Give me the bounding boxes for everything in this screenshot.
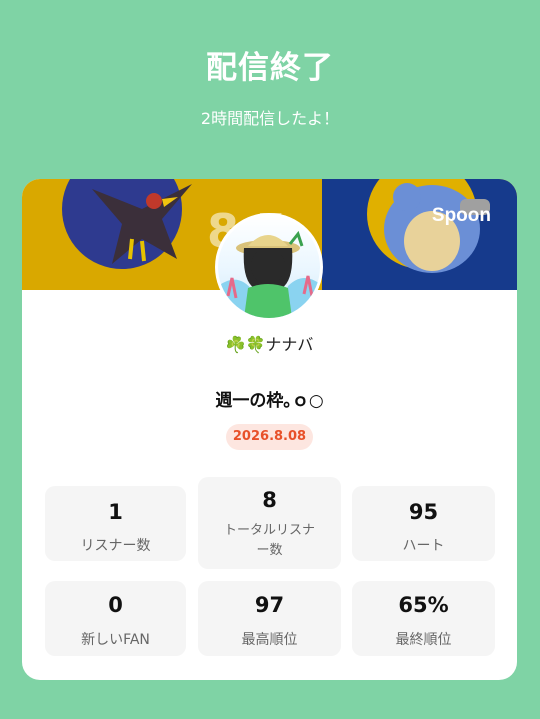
avatar-illustration: [218, 230, 320, 318]
stat-value: 95: [408, 500, 439, 524]
bird-illustration: [92, 184, 192, 264]
turtle-illustration: [384, 183, 490, 273]
broadcast-date-badge: 2026.8.08: [226, 424, 313, 450]
stat-hearts: 95 ハート: [352, 486, 495, 561]
page-subtitle: 2時間配信したよ！: [200, 109, 340, 128]
stat-total-listeners: 8 トータルリスナー数: [198, 477, 341, 569]
stat-label: ハート: [402, 538, 445, 554]
stat-label: 最終順位: [395, 632, 452, 648]
stat-label: 新しいFAN: [81, 632, 150, 648]
stat-value: 65%: [398, 593, 449, 617]
username: ☘️🍀ナナバ: [225, 335, 314, 354]
stat-value: 8: [262, 488, 277, 512]
stat-label: トータルリスナー数: [223, 523, 315, 558]
stat-value: 1: [108, 500, 123, 524]
broadcast-summary-card: 8 5 Spoon ☘️🍀ナナバ 週一の枠｡ｏ○ 2026.8.08 1 リスナ…: [22, 179, 517, 680]
stat-highest-rank: 97 最高順位: [198, 581, 341, 656]
broadcast-title: 週一の枠｡ｏ○: [215, 391, 324, 411]
stat-listeners: 1 リスナー数: [45, 486, 186, 561]
avatar-image: [218, 216, 320, 318]
avatar[interactable]: [215, 213, 323, 321]
stat-value: 0: [108, 593, 123, 617]
stat-new-fans: 0 新しいFAN: [45, 581, 186, 656]
stat-label: 最高順位: [241, 632, 298, 648]
stat-value: 97: [254, 593, 285, 617]
page-title: 配信終了: [206, 50, 334, 86]
spoon-logo: Spoon: [431, 205, 491, 226]
stat-final-rank: 65% 最終順位: [352, 581, 495, 656]
stat-label: リスナー数: [80, 538, 151, 554]
